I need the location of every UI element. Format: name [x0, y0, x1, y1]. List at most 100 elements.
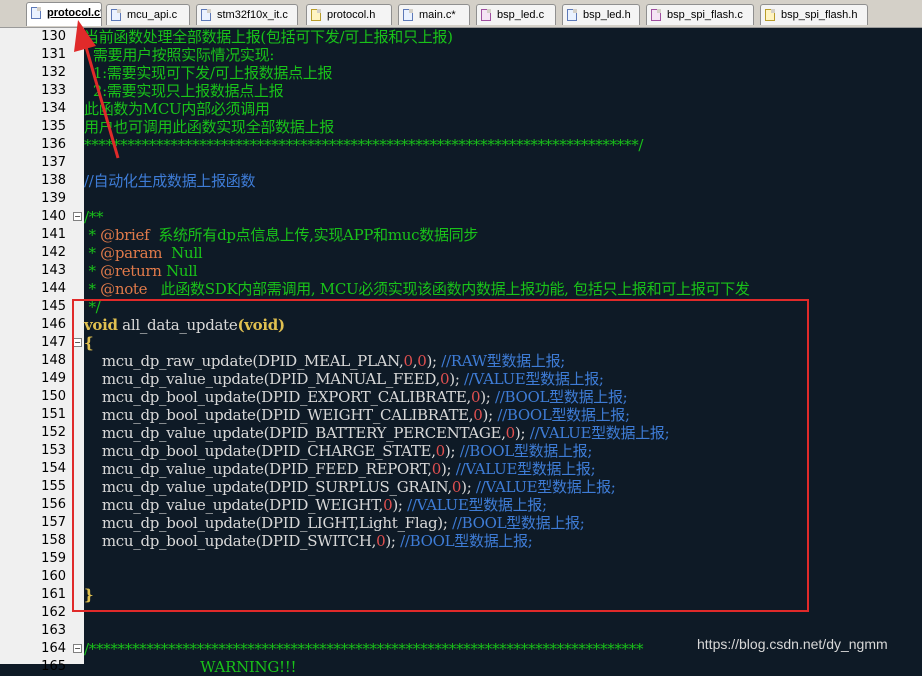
line-number: 154: [41, 461, 66, 476]
code-text: /***************************************…: [84, 640, 643, 658]
code-token: Null: [161, 262, 198, 280]
tab-label: bsp_led.c: [497, 9, 545, 21]
line-number: 139: [41, 191, 66, 206]
tab-label: bsp_spi_flash.h: [781, 9, 858, 21]
line-number: 158: [41, 533, 66, 548]
line-number: 152: [41, 425, 66, 440]
line-number: 164: [41, 641, 66, 656]
file-icon: [651, 9, 661, 21]
line-number: 143: [41, 263, 66, 278]
code-text: 用户也可调用此函数实现全部数据上报: [84, 118, 334, 136]
line-number: 141: [41, 227, 66, 242]
tab-bsp-spi-flash-c[interactable]: bsp_spi_flash.c: [646, 4, 754, 25]
code-line: 134 此函数为MCU内部必须调用: [0, 100, 922, 118]
file-icon: [567, 9, 577, 21]
code-text: * @param Null: [84, 244, 202, 262]
file-icon: [311, 9, 321, 21]
tab-bsp-led-c[interactable]: bsp_led.c: [476, 4, 556, 25]
code-line: 135 用户也可调用此函数实现全部数据上报: [0, 118, 922, 136]
tab-protocol-h[interactable]: protocol.h: [306, 4, 392, 25]
tab-protocol-c[interactable]: protocol.c*: [26, 2, 102, 26]
line-number: 144: [41, 281, 66, 296]
code-text: * @return Null: [84, 262, 197, 280]
code-line: 141 * @brief 系统所有dp点信息上传,实现APP和muc数据同步: [0, 226, 922, 244]
file-icon: [111, 9, 121, 21]
code-line: 139: [0, 190, 922, 208]
code-text: WARNING!!!: [84, 658, 296, 676]
code-line: 130 当前函数处理全部数据上报(包括可下发/可上报和只上报): [0, 28, 922, 46]
code-token: 2:需要实现只上报数据点上报: [84, 82, 284, 100]
line-number: 140: [41, 209, 66, 224]
code-text: 1:需要实现可下发/可上报数据点上报: [84, 64, 333, 82]
code-token: @param: [100, 244, 163, 262]
code-token: 用户也可调用此函数实现全部数据上报: [84, 118, 334, 136]
code-token: 当前函数处理全部数据上报(包括可下发/可上报和只上报): [84, 28, 453, 46]
line-number: 138: [41, 173, 66, 188]
tab-main-c[interactable]: main.c*: [398, 4, 470, 25]
line-number: 130: [41, 29, 66, 44]
code-line: 142 * @param Null: [0, 244, 922, 262]
tab-stm32f10x-it-c[interactable]: stm32f10x_it.c: [196, 4, 298, 25]
line-number: 149: [41, 371, 66, 386]
code-token: 系统所有dp点信息上传,实现APP和muc数据同步: [149, 226, 479, 244]
tab-bsp-spi-flash-h[interactable]: bsp_spi_flash.h: [760, 4, 868, 25]
code-text: ****************************************…: [84, 136, 643, 154]
line-number: 136: [41, 137, 66, 152]
tab-bsp-led-h[interactable]: bsp_led.h: [562, 4, 640, 25]
code-token: 1:需要实现可下发/可上报数据点上报: [84, 64, 333, 82]
file-icon: [31, 7, 41, 19]
code-token: /**: [84, 208, 104, 226]
line-number: 159: [41, 551, 66, 566]
tab-label: protocol.h: [327, 9, 376, 21]
code-line: 133 2:需要实现只上报数据点上报: [0, 82, 922, 100]
code-line: 137: [0, 154, 922, 172]
line-number: 150: [41, 389, 66, 404]
line-number: 131: [41, 47, 66, 62]
line-number: 132: [41, 65, 66, 80]
tab-label: protocol.c*: [47, 7, 102, 19]
code-line: 143 * @return Null: [0, 262, 922, 280]
line-number: 134: [41, 101, 66, 116]
line-number: 133: [41, 83, 66, 98]
tab-label: bsp_spi_flash.c: [667, 9, 743, 21]
line-number: 148: [41, 353, 66, 368]
code-text: 2:需要实现只上报数据点上报: [84, 82, 284, 100]
file-icon: [403, 9, 413, 21]
code-token: *: [84, 244, 101, 262]
code-token: 需要用户按照实际情况实现:: [84, 46, 275, 64]
tab-label: stm32f10x_it.c: [217, 9, 288, 21]
code-line: 136 *************************************…: [0, 136, 922, 154]
code-token: @brief: [100, 226, 150, 244]
line-number: 145: [41, 299, 66, 314]
code-token: WARNING!!!: [84, 658, 297, 676]
fold-toggle-icon[interactable]: −: [73, 644, 82, 653]
line-number: 162: [41, 605, 66, 620]
file-icon: [481, 9, 491, 21]
code-token: /***************************************…: [84, 640, 644, 658]
code-text: //自动化生成数据上报函数: [84, 172, 256, 190]
line-number: 163: [41, 623, 66, 638]
line-number: 146: [41, 317, 66, 332]
code-token: 此函数为MCU内部必须调用: [84, 100, 270, 118]
code-text: 需要用户按照实际情况实现:: [84, 46, 274, 64]
code-token: *: [84, 226, 101, 244]
code-token: *: [84, 280, 101, 298]
line-number: 147: [41, 335, 66, 350]
watermark-text: https://blog.csdn.net/dy_ngmm: [697, 636, 888, 652]
code-line: 131 需要用户按照实际情况实现:: [0, 46, 922, 64]
code-line: 144 * @note 此函数SDK内部需调用, MCU必须实现该函数内数据上报…: [0, 280, 922, 298]
line-number: 155: [41, 479, 66, 494]
code-token: @return: [100, 262, 162, 280]
code-text: * @brief 系统所有dp点信息上传,实现APP和muc数据同步: [84, 226, 478, 244]
line-number: 157: [41, 515, 66, 530]
code-text: * @note 此函数SDK内部需调用, MCU必须实现该函数内数据上报功能, …: [84, 280, 749, 298]
fold-toggle-icon[interactable]: −: [73, 212, 82, 221]
line-number: 161: [41, 587, 66, 602]
tab-label: main.c*: [419, 9, 456, 21]
line-number: 137: [41, 155, 66, 170]
line-number: 153: [41, 443, 66, 458]
tab-mcu-api-c[interactable]: mcu_api.c: [106, 4, 190, 25]
line-number: 156: [41, 497, 66, 512]
code-line: 132 1:需要实现可下发/可上报数据点上报: [0, 64, 922, 82]
code-token: @note: [100, 280, 148, 298]
